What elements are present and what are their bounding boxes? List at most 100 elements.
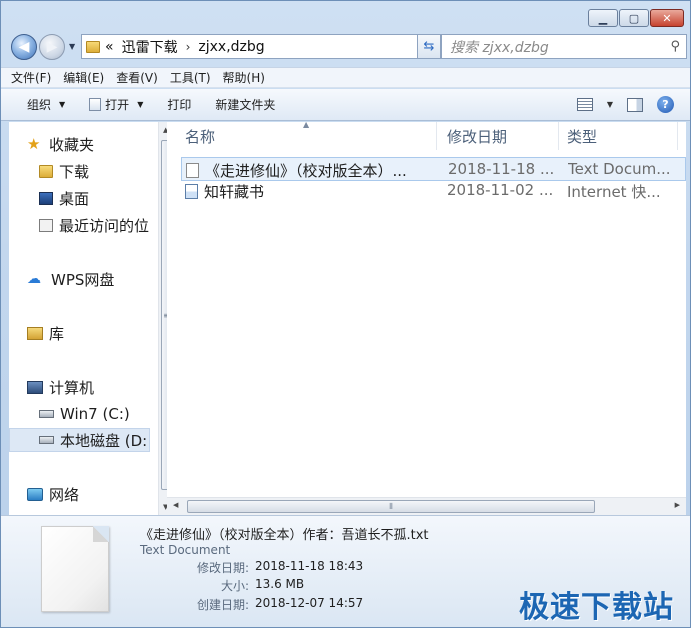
nav-recent[interactable]: 最近访问的位 xyxy=(39,213,149,237)
search-input[interactable]: 搜索 zjxx,dzbg ⚲ xyxy=(441,34,687,59)
nav-label: 网络 xyxy=(49,485,80,504)
command-bar: 组织 ▼ 打开 ▼ 打印 新建文件夹 ▼ ? xyxy=(1,89,690,121)
close-button[interactable]: ✕ xyxy=(650,9,684,27)
menu-view[interactable]: 查看(V) xyxy=(116,69,158,86)
view-controls: ▼ ? xyxy=(576,96,674,113)
forward-button[interactable]: ▶ xyxy=(39,34,65,60)
sort-ascending-icon: ▲ xyxy=(303,120,310,129)
help-icon[interactable]: ? xyxy=(657,96,674,113)
nav-label: 计算机 xyxy=(49,378,95,397)
site-watermark: 极速下载站 xyxy=(519,590,674,625)
details-value: 2018-12-07 14:57 xyxy=(255,596,364,610)
file-date: 2018-11-18 ... xyxy=(448,160,555,178)
text-file-icon xyxy=(186,163,199,178)
chevron-down-icon: ▼ xyxy=(59,100,66,109)
column-type-label: 类型 xyxy=(567,127,598,146)
breadcrumb-downloads[interactable]: 迅雷下载 xyxy=(122,37,178,57)
document-icon xyxy=(89,98,102,111)
minimize-button[interactable]: ▁ xyxy=(588,9,618,27)
nav-label: 最近访问的位 xyxy=(59,216,149,235)
details-file-type: Text Document xyxy=(140,543,231,557)
large-file-icon xyxy=(41,526,109,612)
network-icon xyxy=(27,487,43,501)
organize-button[interactable]: 组织 ▼ xyxy=(27,96,65,113)
menu-edit[interactable]: 编辑(E) xyxy=(63,69,104,86)
search-icon[interactable]: ⚲ xyxy=(670,39,680,54)
star-icon: ★ xyxy=(27,135,41,153)
file-row[interactable]: 知轩藏书 2018-11-02 ... Internet 快... xyxy=(181,179,686,203)
address-row: ◀ ▶ ▼ « 迅雷下载 › zjxx,dzbg ▼ ⇆ 搜索 zjxx,dzb… xyxy=(9,33,687,63)
file-row[interactable]: 《走进修仙》（校对版全本）... 2018-11-18 ... Text Doc… xyxy=(181,157,686,181)
details-pane: 《走进修仙》（校对版全本）作者：吾道长不孤.txt Text Document … xyxy=(1,515,690,627)
file-name: 知轩藏书 xyxy=(204,183,265,201)
nav-library[interactable]: 库 xyxy=(27,321,167,345)
view-dropdown-icon[interactable]: ▼ xyxy=(607,100,613,109)
preview-pane-icon[interactable] xyxy=(627,97,643,112)
nav-label: 桌面 xyxy=(59,189,90,208)
nav-network[interactable]: 网络 xyxy=(27,482,167,506)
nav-label: 本地磁盘 (D: xyxy=(60,431,148,450)
nav-label: 下载 xyxy=(59,162,90,181)
nav-label: 收藏夹 xyxy=(49,135,95,154)
menu-bar: 文件(F) 编辑(E) 查看(V) 工具(T) 帮助(H) xyxy=(1,67,690,88)
details-value: 13.6 MB xyxy=(255,577,305,591)
breadcrumb-current[interactable]: zjxx,dzbg xyxy=(198,39,264,55)
print-button[interactable]: 打印 xyxy=(167,96,191,113)
horizontal-scrollbar[interactable]: ◀ ⦀ ▶ xyxy=(167,497,686,515)
chevron-down-icon: ▼ xyxy=(137,100,144,109)
recent-places-icon xyxy=(39,218,53,232)
nav-label: Win7 (C:) xyxy=(60,405,130,423)
explorer-window: ▁ ▢ ✕ ◀ ▶ ▼ « 迅雷下载 › zjxx,dzbg ▼ ⇆ 搜索 zj… xyxy=(0,0,691,628)
file-type: Internet 快... xyxy=(567,183,661,201)
scroll-thumb[interactable]: ⦀ xyxy=(187,500,595,513)
column-name-label: 名称 xyxy=(185,127,216,146)
details-value: 2018-11-18 18:43 xyxy=(255,559,364,573)
nav-drive-d[interactable]: 本地磁盘 (D: xyxy=(9,428,150,452)
search-placeholder: 搜索 zjxx,dzbg xyxy=(450,39,549,56)
details-label: 创建日期: xyxy=(196,598,249,612)
internet-shortcut-icon xyxy=(185,184,198,199)
open-button[interactable]: 打开 ▼ xyxy=(89,96,143,113)
nav-label: WPS网盘 xyxy=(51,270,115,289)
computer-icon xyxy=(27,380,43,394)
menu-tools[interactable]: 工具(T) xyxy=(170,69,211,86)
column-type[interactable]: 类型 xyxy=(559,122,678,150)
details-label: 大小: xyxy=(220,579,249,593)
refresh-icon[interactable]: ⇆ xyxy=(417,34,441,59)
column-date-label: 修改日期 xyxy=(447,127,508,146)
desktop-icon xyxy=(39,191,53,205)
caption-buttons: ▁ ▢ ✕ xyxy=(588,9,684,27)
back-button[interactable]: ◀ xyxy=(11,34,37,60)
drive-icon xyxy=(39,436,54,444)
nav-wps-cloud[interactable]: ☁ WPS网盘 xyxy=(27,267,167,291)
maximize-button[interactable]: ▢ xyxy=(619,9,649,27)
print-label: 打印 xyxy=(167,98,192,112)
column-name[interactable]: 名称 ▲ xyxy=(167,120,437,150)
file-date: 2018-11-02 ... xyxy=(447,181,554,199)
new-folder-label: 新建文件夹 xyxy=(215,98,276,112)
drive-icon xyxy=(39,410,54,418)
details-label: 修改日期: xyxy=(196,561,249,575)
menu-file[interactable]: 文件(F) xyxy=(11,69,51,86)
breadcrumb-overflow[interactable]: « xyxy=(105,39,114,55)
history-dropdown-icon[interactable]: ▼ xyxy=(69,42,75,51)
nav-favorites[interactable]: ★ 收藏夹 xyxy=(27,132,167,156)
scroll-right-icon[interactable]: ▶ xyxy=(675,501,680,509)
new-folder-button[interactable]: 新建文件夹 xyxy=(215,96,275,113)
organize-label: 组织 xyxy=(27,98,52,112)
nav-label: 库 xyxy=(49,324,65,343)
nav-computer[interactable]: 计算机 xyxy=(27,375,167,399)
cloud-icon: ☁ xyxy=(27,271,41,287)
file-name-cell: 知轩藏书 xyxy=(185,181,441,202)
menu-help[interactable]: 帮助(H) xyxy=(223,69,265,86)
column-date[interactable]: 修改日期 xyxy=(437,122,559,150)
file-type: Text Docum... xyxy=(568,160,671,178)
navigation-pane: ★ 收藏夹 下载 桌面 最近访问的位 ☁ WPS网盘 库 计算机 Win7 (C… xyxy=(9,122,174,515)
file-list: 名称 ▲ 修改日期 类型 《走进修仙》（校对版全本）... 2018-11-18… xyxy=(167,120,686,515)
scroll-left-icon[interactable]: ◀ xyxy=(173,501,178,509)
view-options-icon[interactable] xyxy=(576,98,593,111)
file-name: 《走进修仙》（校对版全本）... xyxy=(205,162,407,180)
file-name-cell: 《走进修仙》（校对版全本）... xyxy=(186,160,442,181)
address-bar[interactable]: « 迅雷下载 › zjxx,dzbg ▼ xyxy=(81,34,436,59)
chevron-right-icon[interactable]: › xyxy=(186,40,191,54)
